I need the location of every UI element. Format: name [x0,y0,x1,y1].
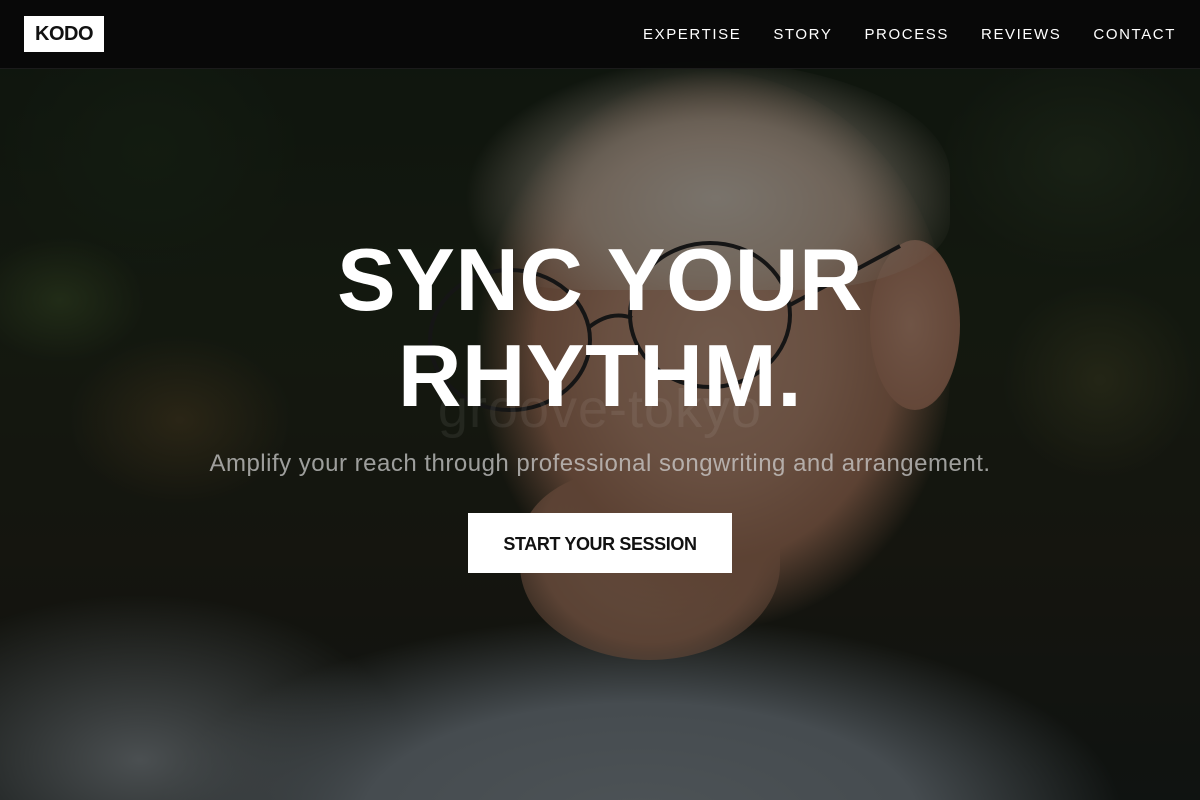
logo[interactable]: KODO [24,16,104,52]
nav-link-story[interactable]: STORY [773,26,832,43]
nav-link-reviews[interactable]: REVIEWS [981,26,1061,43]
hero-title-line-1: SYNC YOUR [336,230,864,329]
nav-link-contact[interactable]: CONTACT [1093,26,1176,43]
nav-link-expertise[interactable]: EXPERTISE [643,26,741,43]
top-navbar: KODO EXPERTISE STORY PROCESS REVIEWS CON… [0,0,1200,69]
start-session-button[interactable]: START YOUR SESSION [468,513,732,573]
hero-section: SYNC YOUR RHYTHM. Amplify your reach thr… [0,232,1200,573]
hero-subtitle: Amplify your reach through professional … [209,450,991,477]
nav-links: EXPERTISE STORY PROCESS REVIEWS CONTACT [611,0,1176,68]
page: KODO EXPERTISE STORY PROCESS REVIEWS CON… [0,0,1200,800]
hero-title: SYNC YOUR RHYTHM. [0,232,1200,424]
hero-title-line-2: RHYTHM. [397,326,803,425]
nav-link-process[interactable]: PROCESS [864,26,949,43]
